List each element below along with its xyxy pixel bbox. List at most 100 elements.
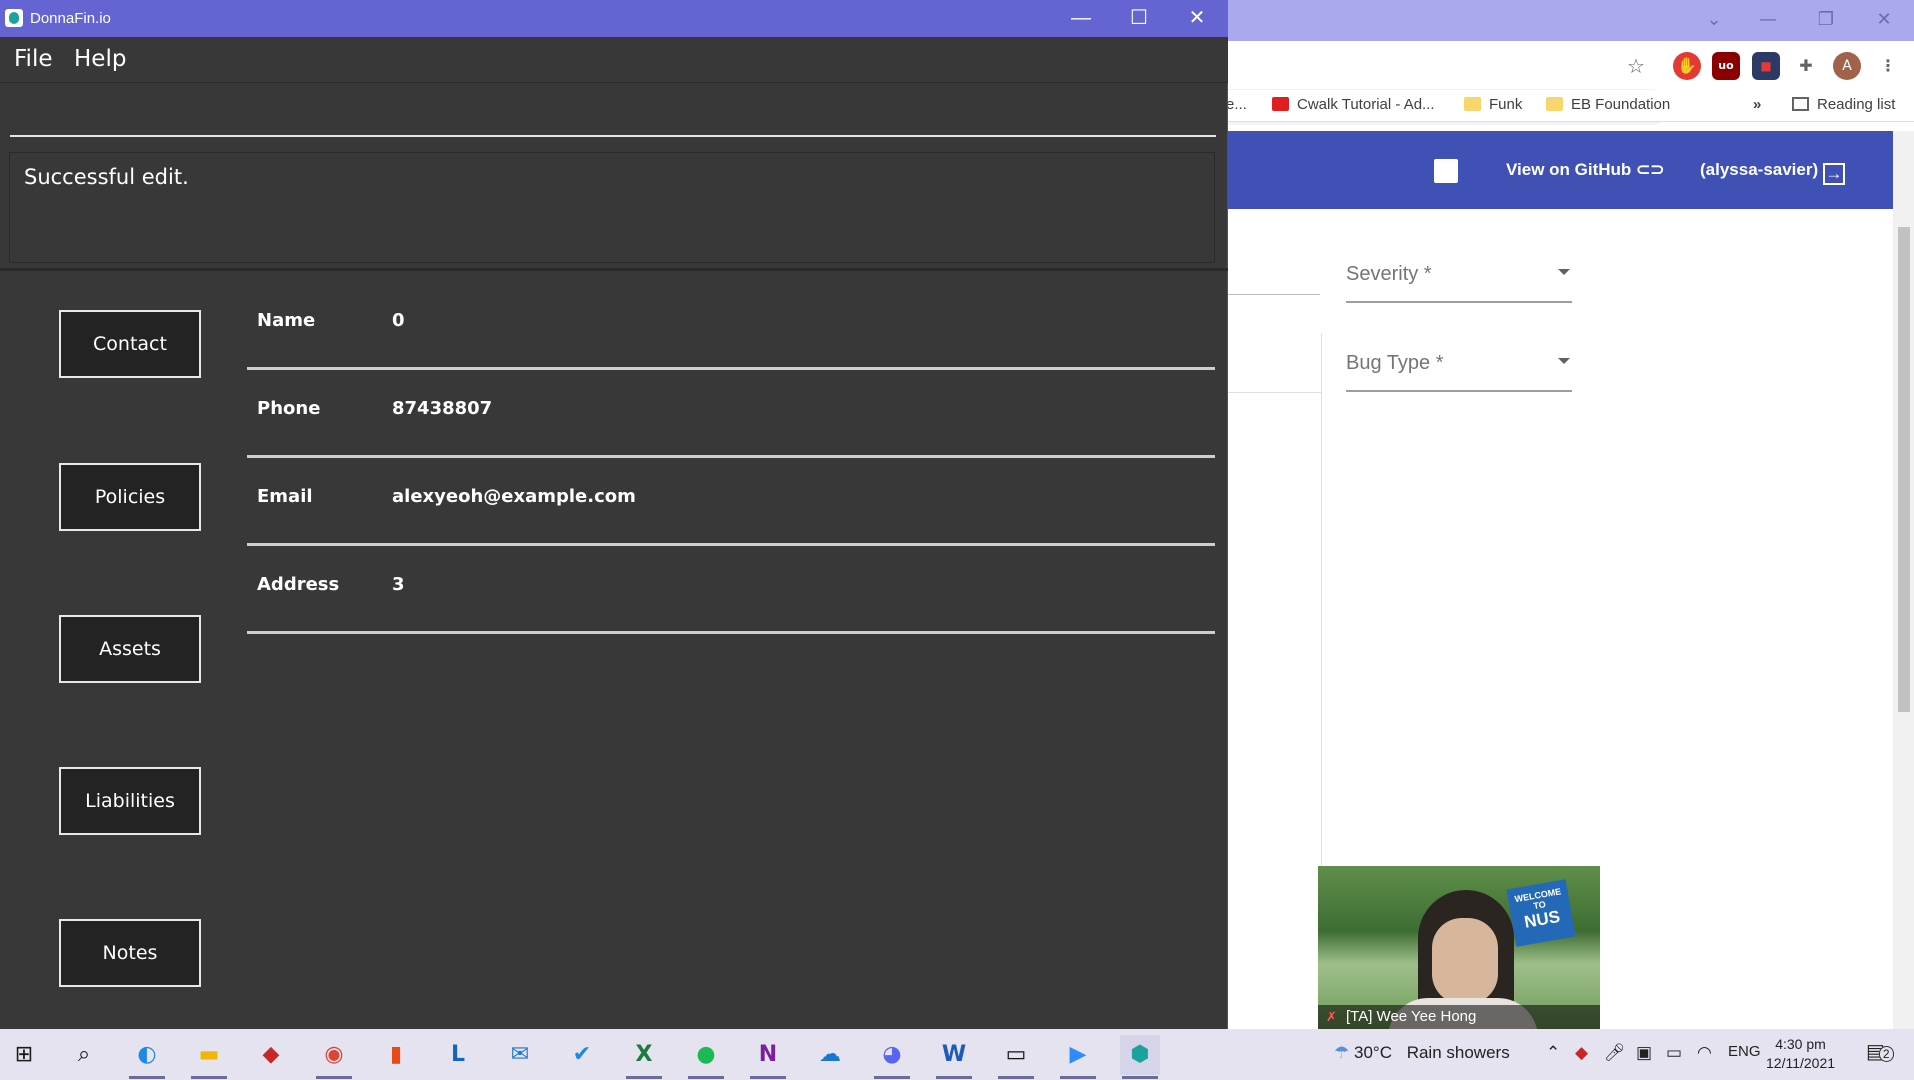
reading-list-icon <box>1792 97 1809 111</box>
section-divider <box>0 268 1228 271</box>
wifi-icon[interactable]: ◠ <box>1697 1043 1712 1063</box>
detail-row-phone[interactable]: Phone 87438807 <box>247 370 1215 458</box>
page-scrollbar[interactable] <box>1893 131 1914 1029</box>
scrollbar-thumb[interactable] <box>1898 227 1910 712</box>
browser-menu-icon[interactable]: ⋮ <box>1874 52 1902 80</box>
severity-select[interactable]: Severity * <box>1346 263 1572 303</box>
spotify-icon[interactable]: ● <box>686 1035 726 1079</box>
bookmark-item[interactable]: e... <box>1226 96 1247 113</box>
result-display: Successful edit. <box>9 152 1215 263</box>
terminal-icon[interactable]: ▭ <box>996 1035 1036 1079</box>
command-input[interactable] <box>10 84 1216 137</box>
start-icon[interactable]: ⊞ <box>4 1035 44 1075</box>
weather-widget[interactable]: ☂ 30°C Rain showers <box>1334 1043 1510 1063</box>
tab-contact[interactable]: Contact <box>59 310 201 378</box>
display-icon[interactable]: ▣ <box>1636 1043 1652 1063</box>
office-icon[interactable]: ▮ <box>376 1035 416 1075</box>
reading-list-button[interactable]: Reading list <box>1792 96 1895 113</box>
edge-icon[interactable]: ◐ <box>127 1035 167 1079</box>
donnafin-window: DonnaFin.io — ☐ ✕ File Help Successful e… <box>0 0 1228 1029</box>
tab-assets[interactable]: Assets <box>59 615 201 683</box>
detail-row-address[interactable]: Address 3 <box>247 546 1215 634</box>
bookmark-item[interactable]: Funk <box>1464 96 1522 113</box>
partial-field[interactable] <box>1228 209 1320 295</box>
clock[interactable]: 4:30 pm 12/11/2021 <box>1766 1035 1835 1073</box>
participant-face <box>1432 918 1498 1004</box>
chrome-icon[interactable]: ◉ <box>314 1035 354 1079</box>
app-titlebar: DonnaFin.io — ☐ ✕ <box>0 0 1228 37</box>
bookmark-star-icon[interactable]: ☆ <box>1622 52 1650 80</box>
detail-label: Phone <box>257 398 321 419</box>
app-l-icon[interactable]: L <box>438 1035 478 1075</box>
browser-minimize-button[interactable]: — <box>1748 6 1788 34</box>
mail-icon[interactable]: ✉ <box>500 1035 540 1075</box>
discord-icon[interactable]: ◕ <box>872 1035 912 1079</box>
detail-label: Email <box>257 486 313 507</box>
muted-mic-icon: ✗ <box>1326 1009 1337 1024</box>
detail-label: Name <box>257 310 316 331</box>
language-indicator[interactable]: ENG <box>1728 1043 1761 1060</box>
link-icon: ⊂⊃ <box>1636 160 1665 179</box>
donnafin-taskbar-icon[interactable]: ⬢ <box>1120 1035 1160 1079</box>
profile-avatar[interactable]: A <box>1833 52 1861 80</box>
video-call-thumbnail[interactable]: WELCOME TO NUS ✗ [TA] Wee Yee Hong <box>1318 866 1600 1029</box>
welcome-sign: WELCOME TO NUS <box>1506 879 1576 947</box>
notification-count-badge: 2 <box>1878 1046 1894 1062</box>
detail-row-name[interactable]: Name 0 <box>247 282 1215 370</box>
onenote-icon[interactable]: N <box>748 1035 788 1079</box>
document-icon[interactable] <box>1434 159 1458 183</box>
tab-search-icon[interactable]: ⌄ <box>1694 6 1734 34</box>
notifications-icon[interactable]: ▤2 <box>1866 1039 1894 1064</box>
bookmark-item[interactable]: EB Foundation <box>1546 96 1670 113</box>
mcafee-icon[interactable]: ◆ <box>251 1035 291 1075</box>
user-logout[interactable]: (alyssa-savier) → <box>1700 160 1845 185</box>
bug-type-select[interactable]: Bug Type * <box>1346 352 1572 392</box>
menu-help[interactable]: Help <box>74 46 126 72</box>
extensions-puzzle-icon[interactable]: ✚ <box>1792 52 1820 80</box>
app-title: DonnaFin.io <box>30 10 111 27</box>
browser-restore-button[interactable]: ❐ <box>1806 6 1846 34</box>
folder-icon <box>1464 97 1481 111</box>
chevron-down-icon <box>1558 269 1570 275</box>
ublock-icon[interactable]: uo <box>1712 52 1740 80</box>
clock-time: 4:30 pm <box>1775 1036 1826 1052</box>
browser-close-button[interactable]: ✕ <box>1864 6 1904 34</box>
app-logo-icon <box>5 9 23 27</box>
detail-label: Address <box>257 574 340 595</box>
weather-icon: ☂ <box>1334 1043 1350 1062</box>
detail-value[interactable]: 0 <box>392 310 405 331</box>
close-button[interactable]: ✕ <box>1168 0 1226 37</box>
detail-value[interactable]: 3 <box>392 574 405 595</box>
adblock-icon[interactable]: ✋ <box>1673 52 1701 80</box>
partial-panel <box>1228 333 1322 393</box>
extension-icon[interactable]: ■ <box>1752 52 1780 80</box>
tray-overflow-icon[interactable]: ⌃ <box>1546 1043 1560 1063</box>
onedrive-icon[interactable]: ☁ <box>810 1035 850 1075</box>
logout-icon: → <box>1822 163 1845 185</box>
youtube-icon <box>1272 97 1289 111</box>
search-icon[interactable]: ⌕ <box>64 1035 104 1075</box>
chevron-down-icon <box>1558 358 1570 364</box>
detail-value[interactable]: alexyeoh@example.com <box>392 486 636 507</box>
menu-file[interactable]: File <box>14 46 53 72</box>
participant-label: ✗ [TA] Wee Yee Hong <box>1318 1005 1600 1029</box>
detail-row-email[interactable]: Email alexyeoh@example.com <box>247 458 1215 546</box>
bookmarks-overflow-button[interactable]: » <box>1753 96 1761 113</box>
microphone-icon[interactable]: 🎤︎ <box>1604 1043 1626 1063</box>
zoom-icon[interactable]: ▶ <box>1058 1035 1098 1079</box>
word-icon[interactable]: W <box>934 1035 974 1079</box>
maximize-button[interactable]: ☐ <box>1110 0 1168 37</box>
clock-date: 12/11/2021 <box>1766 1055 1836 1071</box>
file-explorer-icon[interactable]: ▬ <box>189 1035 229 1079</box>
minimize-button[interactable]: — <box>1052 0 1110 37</box>
tab-policies[interactable]: Policies <box>59 463 201 531</box>
detail-value[interactable]: 87438807 <box>392 398 492 419</box>
mcafee-tray-icon[interactable]: ◆ <box>1575 1043 1588 1063</box>
todo-icon[interactable]: ✔ <box>562 1035 602 1075</box>
excel-icon[interactable]: X <box>624 1035 664 1079</box>
github-link[interactable]: View on GitHub ⊂⊃ <box>1506 160 1665 180</box>
tab-liabilities[interactable]: Liabilities <box>59 767 201 835</box>
tab-notes[interactable]: Notes <box>59 919 201 987</box>
bookmark-item[interactable]: Cwalk Tutorial - Ad... <box>1272 96 1435 113</box>
battery-icon[interactable]: ▭ <box>1666 1043 1682 1063</box>
